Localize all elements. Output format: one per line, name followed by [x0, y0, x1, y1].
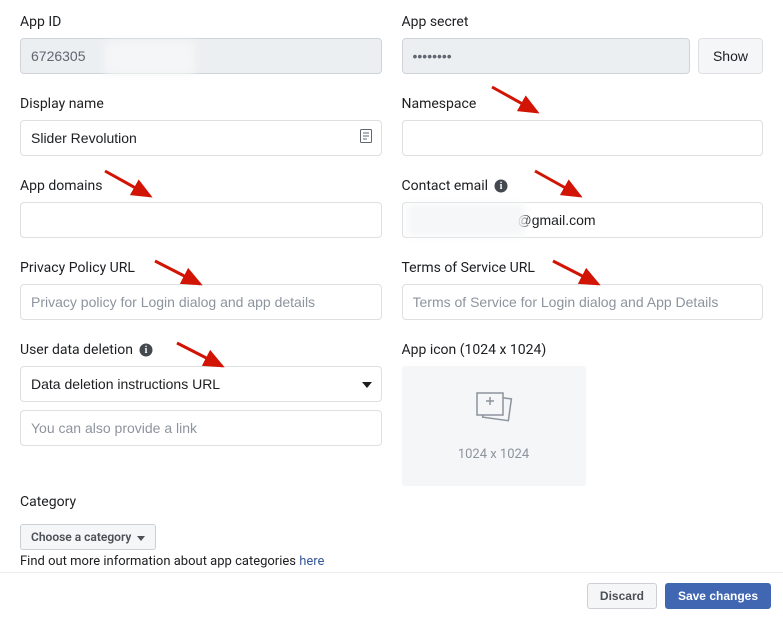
- svg-text:i: i: [145, 345, 148, 356]
- category-select[interactable]: Choose a category: [20, 524, 156, 550]
- left-column: App ID Display name App domains Privacy …: [20, 14, 382, 494]
- image-upload-icon: [472, 391, 516, 431]
- app-domains-label: App domains: [20, 178, 382, 194]
- category-section: Category Choose a category Find out more…: [0, 494, 783, 569]
- app-icon-upload[interactable]: 1024 x 1024: [402, 366, 586, 486]
- info-icon: i: [139, 343, 153, 357]
- display-name-label: Display name: [20, 96, 382, 112]
- tos-url-input[interactable]: [402, 284, 764, 320]
- data-deletion-select[interactable]: [20, 366, 382, 402]
- privacy-url-field: Privacy Policy URL: [20, 260, 382, 320]
- app-domains-input[interactable]: [20, 202, 382, 238]
- app-id-label: App ID: [20, 14, 382, 30]
- category-info-text: Find out more information about app cate…: [20, 554, 763, 569]
- svg-text:i: i: [500, 181, 503, 192]
- app-id-input[interactable]: [20, 38, 382, 74]
- privacy-url-input[interactable]: [20, 284, 382, 320]
- tos-url-field: Terms of Service URL: [402, 260, 764, 320]
- info-icon: i: [494, 179, 508, 193]
- show-button[interactable]: Show: [698, 38, 763, 74]
- app-secret-label: App secret: [402, 14, 764, 30]
- app-secret-field: App secret Show: [402, 14, 764, 74]
- namespace-field: Namespace: [402, 96, 764, 156]
- save-button[interactable]: Save changes: [665, 583, 771, 609]
- category-label: Category: [20, 494, 763, 510]
- app-icon-dims: 1024 x 1024: [458, 447, 529, 462]
- privacy-url-label: Privacy Policy URL: [20, 260, 382, 276]
- footer: Discard Save changes: [0, 572, 783, 619]
- namespace-label: Namespace: [402, 96, 764, 112]
- user-data-deletion-field: User data deletion i: [20, 342, 382, 446]
- namespace-input[interactable]: [402, 120, 764, 156]
- right-column: App secret Show Namespace Contact email …: [402, 14, 764, 494]
- app-icon-label: App icon (1024 x 1024): [402, 342, 764, 358]
- display-name-input[interactable]: [20, 120, 382, 156]
- app-icon-field: App icon (1024 x 1024) 1024 x 1024: [402, 342, 764, 486]
- app-domains-field: App domains: [20, 178, 382, 238]
- form-storage-icon: [360, 129, 372, 147]
- tos-url-label: Terms of Service URL: [402, 260, 764, 276]
- discard-button[interactable]: Discard: [587, 583, 657, 609]
- caret-down-icon: [137, 530, 145, 544]
- user-data-deletion-label: User data deletion i: [20, 342, 382, 358]
- contact-email-field: Contact email i: [402, 178, 764, 238]
- display-name-field: Display name: [20, 96, 382, 156]
- data-deletion-link-input[interactable]: [20, 410, 382, 446]
- category-info-link[interactable]: here: [299, 554, 324, 569]
- app-id-field: App ID: [20, 14, 382, 74]
- app-secret-input[interactable]: [402, 38, 690, 74]
- contact-email-input[interactable]: [402, 202, 764, 238]
- contact-email-label: Contact email i: [402, 178, 764, 194]
